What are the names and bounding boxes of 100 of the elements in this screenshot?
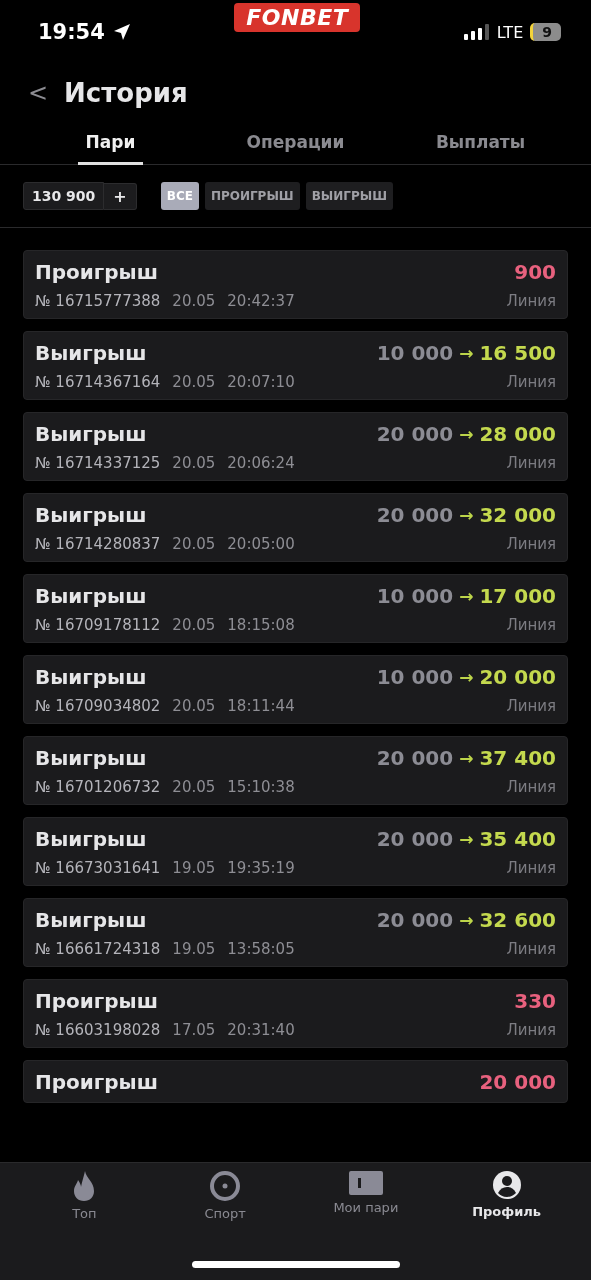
arrow-text: → (459, 586, 474, 606)
bet-date: 20.05 (172, 778, 216, 796)
clock-time: 19:54 (38, 20, 105, 44)
bet-result: Выигрыш (35, 584, 147, 608)
arrow-text: → (459, 343, 474, 363)
signal-icon (463, 24, 490, 40)
bet-amount: 35 400 (479, 827, 556, 851)
page-title: История (64, 78, 188, 108)
bet-result: Выигрыш (35, 746, 147, 770)
bet-date: 20.05 (172, 697, 216, 715)
bet-result: Проигрыш (35, 1070, 158, 1094)
filter-chip[interactable]: ПРОИГРЫШ (204, 182, 300, 210)
bet-number: № 16709034802 (35, 697, 161, 715)
bet-card[interactable]: Проигрыш 20 000 (23, 1060, 568, 1103)
bet-time: 13:58:05 (227, 940, 295, 958)
bet-number: № 16673031641 (35, 859, 161, 877)
target-icon (209, 1170, 242, 1202)
bet-number: № 16709178112 (35, 616, 161, 634)
bet-time: 18:15:08 (227, 616, 295, 634)
bet-result: Выигрыш (35, 665, 147, 689)
arrow-text: → (459, 748, 474, 768)
arrow-text: → (459, 424, 474, 444)
back-button[interactable]: < (28, 79, 49, 107)
bet-time: 15:10:38 (227, 778, 295, 796)
flame-icon (72, 1170, 97, 1202)
bet-amount: 900 (514, 260, 556, 284)
tab[interactable]: Операции (203, 118, 388, 164)
battery-level: 9 (530, 23, 561, 41)
bet-amount: 20 000 (479, 665, 556, 689)
bet-number: № 16603198028 (35, 1021, 161, 1039)
bet-number: № 16701206732 (35, 778, 161, 796)
bet-date: 19.05 (172, 940, 216, 958)
bet-amount: 16 500 (479, 341, 556, 365)
bet-time: 18:11:44 (227, 697, 295, 715)
bet-result: Проигрыш (35, 989, 158, 1013)
bet-time: 20:42:37 (227, 292, 295, 310)
bet-card[interactable]: Проигрыш 900 № 16715777388 20.05 20:42:37 Линия (23, 250, 568, 319)
bet-time: 19:35:19 (227, 859, 295, 877)
bet-date: 20.05 (172, 454, 216, 472)
network-type: LTE (496, 22, 524, 42)
nav-item[interactable]: Мои пари (295, 1169, 437, 1222)
bet-amount: 17 000 (479, 584, 556, 608)
bet-card[interactable]: Проигрыш 330 № 16603198028 17.05 20:31:40 Линия (23, 979, 568, 1048)
nav-item[interactable]: Топ (14, 1169, 155, 1222)
bet-amount: 32 600 (479, 908, 556, 932)
bet-date: 20.05 (172, 535, 216, 553)
ticket-icon (347, 1170, 384, 1196)
bet-card[interactable]: Выигрыш 10 000 → 16 500 № 16714367164 20.05 20:07:10 Линия (23, 331, 568, 400)
bet-card[interactable]: Выигрыш 10 000 → 20 000 № 16709034802 20.05 18:11:44 Линия (23, 655, 568, 724)
bet-card[interactable]: Выигрыш 10 000 → 17 000 № 16709178112 20.05 18:15:08 Линия (23, 574, 568, 643)
bet-result: Выигрыш (35, 341, 147, 365)
bet-type: Линия (506, 373, 556, 391)
bet-date: 19.05 (172, 859, 216, 877)
bet-time: 20:31:40 (227, 1021, 295, 1039)
bet-card[interactable]: Выигрыш 20 000 → 28 000 № 16714337125 20.05 20:06:24 Линия (23, 412, 568, 481)
bet-result: Выигрыш (35, 503, 147, 527)
bet-time: 20:06:24 (227, 454, 295, 472)
bet-type: Линия (506, 292, 556, 310)
filter-chip[interactable]: ВЫИГРЫШ (305, 182, 393, 210)
nav-item[interactable]: Спорт (154, 1169, 296, 1222)
bet-date: 20.05 (172, 616, 216, 634)
profile-icon (491, 1170, 522, 1200)
tab[interactable]: Пари (18, 118, 203, 164)
bet-amount: 28 000 (479, 422, 556, 446)
arrow-text: → (459, 667, 474, 687)
bet-type: Линия (506, 535, 556, 553)
bet-type: Линия (506, 1021, 556, 1039)
bet-stake: 10 000 (376, 584, 454, 608)
app-logo: FONBET (234, 2, 361, 32)
bet-type: Линия (506, 859, 556, 877)
bet-card[interactable]: Выигрыш 20 000 → 35 400 № 16673031641 19.05 19:35:19 Линия (23, 817, 568, 886)
bet-time: 20:07:10 (227, 373, 295, 391)
bet-card[interactable]: Выигрыш 20 000 → 32 000 № 16714280837 20.05 20:05:00 Линия (23, 493, 568, 562)
add-button[interactable]: + (104, 182, 137, 210)
bet-date: 20.05 (172, 373, 216, 391)
arrow-text: → (459, 829, 474, 849)
bet-date: 20.05 (172, 292, 216, 310)
bet-card[interactable]: Выигрыш 20 000 → 32 600 № 16661724318 19.05 13:58:05 Линия (23, 898, 568, 967)
bet-number: № 16714337125 (35, 454, 161, 472)
bet-number: № 16714367164 (35, 373, 161, 391)
bet-type: Линия (506, 616, 556, 634)
bet-stake: 20 000 (376, 746, 454, 770)
nav-item[interactable]: Профиль (436, 1169, 577, 1222)
bet-amount: 37 400 (479, 746, 556, 770)
amount-filter: 130 900 (23, 182, 105, 210)
bet-stake: 10 000 (376, 341, 454, 365)
bet-number: № 16715777388 (35, 292, 161, 310)
tab[interactable]: Выплаты (388, 118, 573, 164)
bet-result: Выигрыш (35, 908, 147, 932)
bet-result: Выигрыш (35, 422, 147, 446)
bet-number: № 16714280837 (35, 535, 161, 553)
bet-amount: 32 000 (479, 503, 556, 527)
bet-type: Линия (506, 454, 556, 472)
bet-type: Линия (506, 697, 556, 715)
bet-card[interactable]: Выигрыш 20 000 → 37 400 № 16701206732 20.05 15:10:38 Линия (23, 736, 568, 805)
location-arrow-icon (112, 23, 131, 41)
bet-type: Линия (506, 778, 556, 796)
bet-stake: 20 000 (376, 422, 454, 446)
bet-number: № 16661724318 (35, 940, 161, 958)
bet-amount: 20 000 (479, 1070, 556, 1094)
